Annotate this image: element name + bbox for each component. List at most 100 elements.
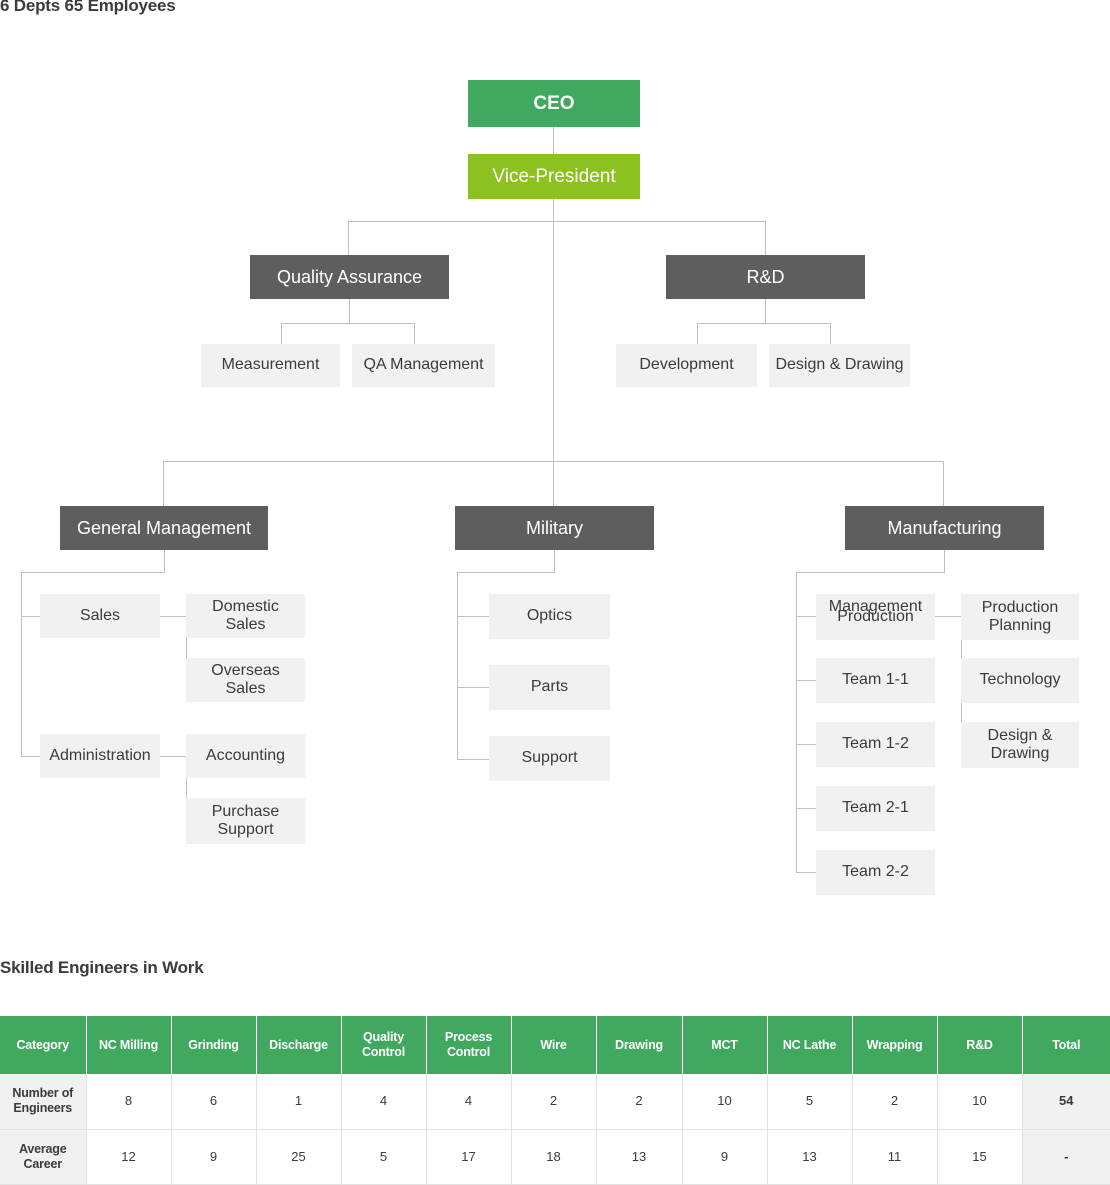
table-header-row: Category NC Milling Grinding Discharge Q… <box>0 1016 1110 1074</box>
connector-rnd-development <box>697 323 698 344</box>
cell-engineers-total: 54 <box>1022 1074 1110 1130</box>
node-quality-assurance-label: Quality Assurance <box>276 266 423 287</box>
node-production-planning[interactable]: Production Planning <box>961 594 1079 640</box>
connector-military-spine <box>457 572 458 759</box>
connector-gm-administration <box>21 756 41 757</box>
column-header-quality-control[interactable]: Quality Control <box>341 1016 427 1074</box>
node-accounting-label: Accounting <box>205 746 286 764</box>
cell-career-nc-milling: 12 <box>86 1129 172 1185</box>
connector-manufacturing-bus-top <box>796 572 945 573</box>
node-general-management-label: General Management <box>76 517 252 538</box>
node-general-management[interactable]: General Management <box>60 506 268 550</box>
node-measurement[interactable]: Measurement <box>201 344 340 387</box>
cell-career-quality-control: 5 <box>341 1129 427 1185</box>
connector-qa-drop <box>349 299 350 323</box>
column-header-discharge[interactable]: Discharge <box>256 1016 342 1074</box>
node-qa-management[interactable]: QA Management <box>352 344 495 387</box>
node-parts[interactable]: Parts <box>489 665 610 710</box>
connector-qa-bus <box>281 323 414 324</box>
connector-tier2-left-drop <box>348 221 349 255</box>
node-sales[interactable]: Sales <box>40 594 160 638</box>
row-label-number-of-engineers: Number of Engineers <box>0 1074 87 1130</box>
connector-gm-bus-top <box>21 572 165 573</box>
node-purchase-support[interactable]: Purchase Support <box>186 798 305 844</box>
cell-engineers-mct: 10 <box>682 1074 768 1130</box>
connector-tier3-mid-drop <box>553 461 554 506</box>
column-header-wrapping[interactable]: Wrapping <box>852 1016 938 1074</box>
connector-rnd-bus <box>697 323 830 324</box>
node-development[interactable]: Development <box>616 344 757 387</box>
node-production-label: Production <box>837 607 914 625</box>
cell-engineers-drawing: 2 <box>596 1074 683 1130</box>
connector-sales-stub <box>160 616 186 617</box>
cell-engineers-wire: 2 <box>511 1074 597 1130</box>
node-manufacturing-design-drawing[interactable]: Design & Drawing <box>961 722 1079 768</box>
connector-gm-spine <box>21 572 22 756</box>
column-header-nc-lathe[interactable]: NC Lathe <box>767 1016 853 1074</box>
node-team-1-1[interactable]: Team 1-1 <box>816 658 935 703</box>
connector-tier2-right-drop <box>765 221 766 255</box>
node-military[interactable]: Military <box>455 506 654 550</box>
node-ceo-label: CEO <box>533 92 575 114</box>
node-overseas-sales[interactable]: Overseas Sales <box>186 658 305 702</box>
column-header-wire[interactable]: Wire <box>511 1016 597 1074</box>
node-vice-president[interactable]: Vice-President <box>468 154 640 199</box>
node-technology[interactable]: Technology <box>961 658 1079 703</box>
node-domestic-sales[interactable]: Domestic Sales <box>186 594 305 638</box>
cell-engineers-wrapping: 2 <box>852 1074 938 1130</box>
column-header-process-control[interactable]: Process Control <box>426 1016 512 1074</box>
column-header-grinding[interactable]: Grinding <box>171 1016 257 1074</box>
cell-career-rnd: 15 <box>937 1129 1023 1185</box>
node-domestic-sales-label: Domestic Sales <box>212 597 279 633</box>
connector-tier3-right-drop <box>943 461 944 506</box>
node-ceo[interactable]: CEO <box>468 80 640 127</box>
node-team-2-1-label: Team 2-1 <box>842 799 909 817</box>
node-team-1-2-label: Team 1-2 <box>842 735 909 753</box>
node-team-2-1[interactable]: Team 2-1 <box>816 786 935 831</box>
node-team-2-2-label: Team 2-2 <box>842 863 909 881</box>
node-team-2-2[interactable]: Team 2-2 <box>816 850 935 895</box>
cell-career-wire: 18 <box>511 1129 597 1185</box>
cell-engineers-grinding: 6 <box>171 1074 257 1130</box>
cell-career-process-control: 17 <box>426 1129 512 1185</box>
connector-admin-stub <box>160 756 186 757</box>
node-military-label: Military <box>526 517 583 538</box>
node-support[interactable]: Support <box>489 736 610 781</box>
connector-manufacturing-spine <box>796 572 797 873</box>
table-row: Average Career 12 9 25 5 17 18 13 9 13 1… <box>0 1129 1110 1185</box>
node-administration-label: Administration <box>49 746 151 764</box>
connector-military-drop <box>554 550 555 572</box>
connector-military-parts <box>457 687 489 688</box>
row-label-average-career: Average Career <box>0 1129 87 1185</box>
column-header-category[interactable]: Category <box>0 1016 87 1074</box>
org-chart: CEO Vice-President Quality Assurance Mea… <box>0 0 1110 940</box>
node-quality-assurance[interactable]: Quality Assurance <box>250 255 449 299</box>
connector-gm-drop <box>164 550 165 572</box>
connector-manufacturing-team-1-1 <box>796 680 816 681</box>
node-development-label: Development <box>639 356 734 374</box>
node-team-1-1-label: Team 1-1 <box>842 671 909 689</box>
connector-manufacturing-team-2-1 <box>796 808 816 809</box>
node-rnd-design-drawing-label: Design & Drawing <box>775 356 904 374</box>
cell-engineers-nc-lathe: 5 <box>767 1074 853 1130</box>
column-header-rnd[interactable]: R&D <box>937 1016 1023 1074</box>
cell-career-nc-lathe: 13 <box>767 1129 853 1185</box>
node-accounting[interactable]: Accounting <box>186 734 305 778</box>
node-rnd-label: R&D <box>746 266 785 287</box>
column-header-nc-milling[interactable]: NC Milling <box>86 1016 172 1074</box>
node-rnd-design-drawing[interactable]: Design & Drawing <box>769 344 910 387</box>
connector-military-bus-top <box>457 572 555 573</box>
node-manufacturing-label: Manufacturing <box>887 517 1002 538</box>
node-rnd[interactable]: R&D <box>666 255 865 299</box>
connector-ceo-vp <box>553 127 554 154</box>
cell-engineers-nc-milling: 8 <box>86 1074 172 1130</box>
node-team-1-2[interactable]: Team 1-2 <box>816 722 935 767</box>
node-manufacturing-design-drawing-label: Design & Drawing <box>987 726 1053 762</box>
column-header-drawing[interactable]: Drawing <box>596 1016 683 1074</box>
node-optics[interactable]: Optics <box>489 594 610 639</box>
column-header-total[interactable]: Total <box>1022 1016 1110 1074</box>
node-manufacturing[interactable]: Manufacturing <box>845 506 1044 550</box>
column-header-mct[interactable]: MCT <box>682 1016 768 1074</box>
node-administration[interactable]: Administration <box>40 734 160 778</box>
node-production[interactable]: Production <box>816 594 935 640</box>
